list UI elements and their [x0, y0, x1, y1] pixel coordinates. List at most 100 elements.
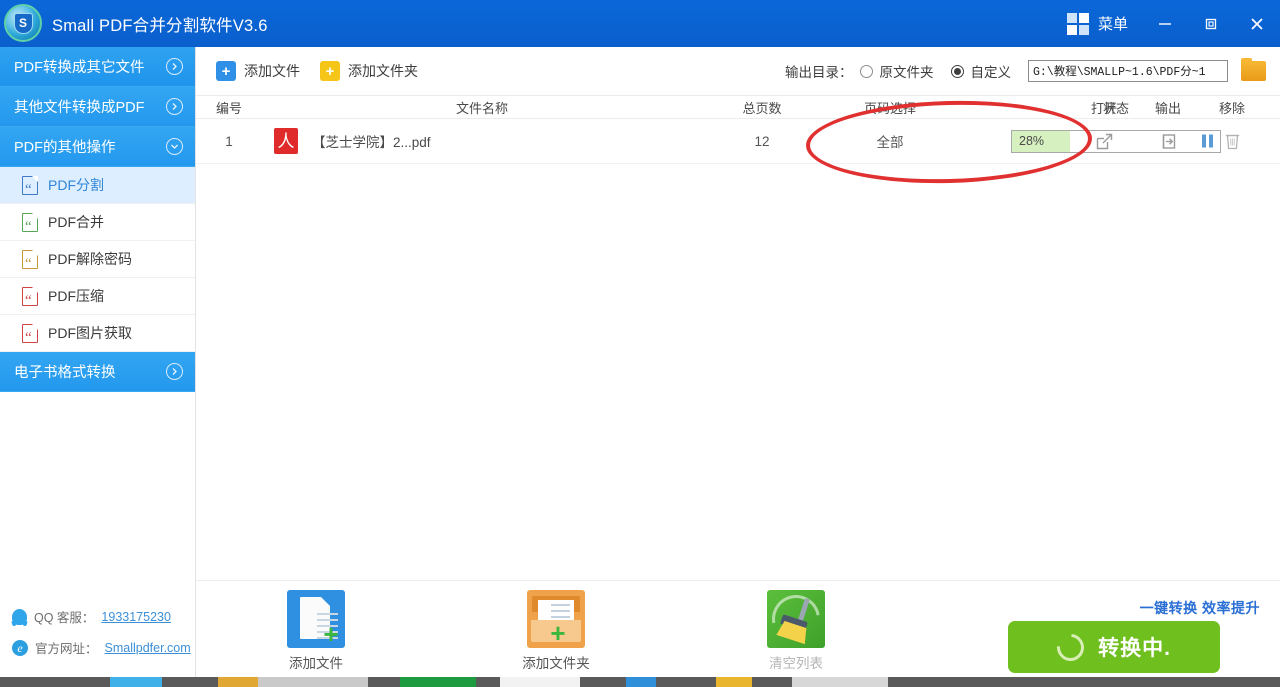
- taskbar-item[interactable]: [162, 677, 218, 687]
- row-total-pages: 12: [754, 133, 770, 149]
- radio-source-folder-label[interactable]: 原文件夹: [880, 61, 934, 81]
- chevron-right-icon: [166, 58, 183, 75]
- bottom-add-file-label: 添加文件: [289, 656, 343, 671]
- column-header-open: 打开: [1090, 101, 1117, 116]
- bottom-clear-list-label: 清空列表: [769, 656, 823, 671]
- shield-icon: S: [13, 12, 33, 34]
- bottom-add-folder-button[interactable]: + 添加文件夹: [436, 581, 676, 677]
- bottom-action-buttons: + 添加文件 + 添加文件夹 清空列表: [196, 581, 956, 677]
- taskbar-item[interactable]: [656, 677, 716, 687]
- table-row[interactable]: 1 人 【芝士学院】2...pdf 12 全部 28%: [196, 119, 1280, 164]
- taskbar-item[interactable]: [258, 677, 368, 687]
- export-icon: [1162, 133, 1175, 149]
- output-directory-label: 输出目录：: [785, 65, 853, 80]
- website-link[interactable]: Smallpdfer.com: [105, 641, 191, 655]
- maximize-icon: [1205, 18, 1217, 29]
- pdf-file-icon: [22, 323, 38, 343]
- bottom-add-file-button[interactable]: + 添加文件: [196, 581, 436, 677]
- chevron-down-icon: [166, 138, 183, 155]
- radio-source-folder[interactable]: [859, 64, 873, 78]
- sidebar-group-ebook-convert[interactable]: 电子书格式转换: [0, 352, 195, 392]
- pdf-file-icon: [22, 175, 38, 195]
- sidebar-item-pdf-split[interactable]: PDF分割: [0, 167, 195, 204]
- row-filename: 【芝士学院】2...pdf: [312, 135, 431, 150]
- add-file-label: 添加文件: [244, 63, 300, 79]
- plus-badge-icon: +: [323, 619, 339, 649]
- row-open-button[interactable]: [1072, 119, 1136, 163]
- qq-number-link[interactable]: 1933175230: [101, 610, 171, 624]
- open-external-icon: [1096, 133, 1112, 149]
- windows-taskbar: [0, 677, 1280, 687]
- convert-button[interactable]: 转换中.: [1008, 621, 1220, 673]
- bottom-clear-list-button[interactable]: 清空列表: [676, 581, 916, 677]
- bottom-add-folder-label: 添加文件夹: [522, 656, 590, 671]
- sidebar-group-label: PDF转换成其它文件: [14, 60, 145, 76]
- sidebar-item-pdf-compress[interactable]: PDF压缩: [0, 278, 195, 315]
- sidebar-group-pdf-to-other[interactable]: PDF转换成其它文件: [0, 47, 195, 87]
- convert-button-label: 转换中.: [1098, 637, 1171, 660]
- taskbar-item[interactable]: [580, 677, 626, 687]
- app-title: Small PDF合并分割软件V3.6: [52, 16, 268, 35]
- sidebar-item-pdf-merge[interactable]: PDF合并: [0, 204, 195, 241]
- taskbar-item[interactable]: [792, 677, 888, 687]
- minimize-button[interactable]: [1142, 0, 1188, 47]
- pdf-file-icon: [22, 249, 38, 269]
- taskbar-item[interactable]: [0, 677, 110, 687]
- pdf-file-icon: [22, 286, 38, 306]
- progress-bar-label: 28%: [1019, 134, 1045, 148]
- qq-contact-row: QQ 客服： 1933175230: [0, 601, 196, 632]
- app-logo: S: [0, 0, 47, 47]
- plus-badge-icon: +: [550, 618, 566, 648]
- menu-button-label: 菜单: [1097, 16, 1128, 33]
- clear-list-icon: [762, 585, 830, 653]
- qq-icon: [12, 608, 27, 625]
- sidebar-group-label: 其他文件转换成PDF: [14, 100, 145, 116]
- add-file-icon: +: [216, 61, 236, 81]
- taskbar-item[interactable]: [368, 677, 400, 687]
- taskbar-item[interactable]: [500, 677, 580, 687]
- sidebar-item-pdf-extract-images[interactable]: PDF图片获取: [0, 315, 195, 352]
- qq-label: QQ 客服：: [34, 611, 95, 625]
- title-bar-controls: 菜单: [1053, 0, 1280, 47]
- browse-folder-icon[interactable]: [1241, 58, 1266, 81]
- column-header-num: 编号: [215, 101, 242, 116]
- pdf-document-icon: 人: [274, 128, 298, 154]
- taskbar-item[interactable]: [476, 677, 500, 687]
- contact-info: QQ 客服： 1933175230 e 官方网址： Smallpdfer.com: [0, 601, 196, 663]
- file-table-body: 1 人 【芝士学院】2...pdf 12 全部 28%: [196, 119, 1280, 581]
- convert-area: 一键转换 效率提升 转换中.: [966, 581, 1266, 677]
- column-header-selection: 页码选择: [863, 101, 916, 116]
- sidebar-item-pdf-unlock[interactable]: PDF解除密码: [0, 241, 195, 278]
- sidebar-group-pdf-operations[interactable]: PDF的其他操作: [0, 127, 195, 167]
- spinner-icon: [1051, 627, 1090, 667]
- sidebar: PDF转换成其它文件 其他文件转换成PDF PDF的其他操作 PDF分割 PDF…: [0, 47, 196, 687]
- maximize-button[interactable]: [1188, 0, 1234, 47]
- row-export-button[interactable]: [1136, 119, 1200, 163]
- taskbar-item[interactable]: [400, 677, 476, 687]
- sidebar-group-other-to-pdf[interactable]: 其他文件转换成PDF: [0, 87, 195, 127]
- radio-custom-folder[interactable]: [950, 64, 964, 78]
- add-folder-button[interactable]: + 添加文件夹: [320, 61, 418, 81]
- add-file-button[interactable]: + 添加文件: [216, 61, 300, 81]
- taskbar-item[interactable]: [716, 677, 752, 687]
- column-header-pages: 总页数: [742, 101, 782, 116]
- pause-icon[interactable]: [1202, 134, 1213, 148]
- taskbar-item[interactable]: [218, 677, 258, 687]
- radio-custom-folder-label[interactable]: 自定义: [971, 61, 1012, 81]
- taskbar-item[interactable]: [110, 677, 162, 687]
- add-folder-icon: +: [527, 590, 585, 648]
- bottom-bar: + 添加文件 + 添加文件夹 清空列表 一键转换 效率提升 转换中.: [196, 581, 1280, 677]
- add-file-icon: +: [287, 590, 345, 648]
- close-button[interactable]: [1234, 0, 1280, 47]
- logo-circle-icon: S: [4, 4, 42, 42]
- pdf-file-icon: [22, 212, 38, 232]
- menu-button[interactable]: 菜单: [1053, 0, 1142, 47]
- file-table-header: 编号 文件名称 总页数 页码选择 状态 打开 输出 移除: [196, 96, 1280, 119]
- chevron-right-icon: [166, 98, 183, 115]
- chevron-right-icon: [166, 363, 183, 380]
- minimize-icon: [1159, 22, 1171, 25]
- taskbar-item[interactable]: [626, 677, 656, 687]
- taskbar-item[interactable]: [752, 677, 792, 687]
- toolbar: + 添加文件 + 添加文件夹 输出目录： 原文件夹 自定义: [196, 47, 1280, 96]
- output-path-input[interactable]: [1028, 60, 1228, 82]
